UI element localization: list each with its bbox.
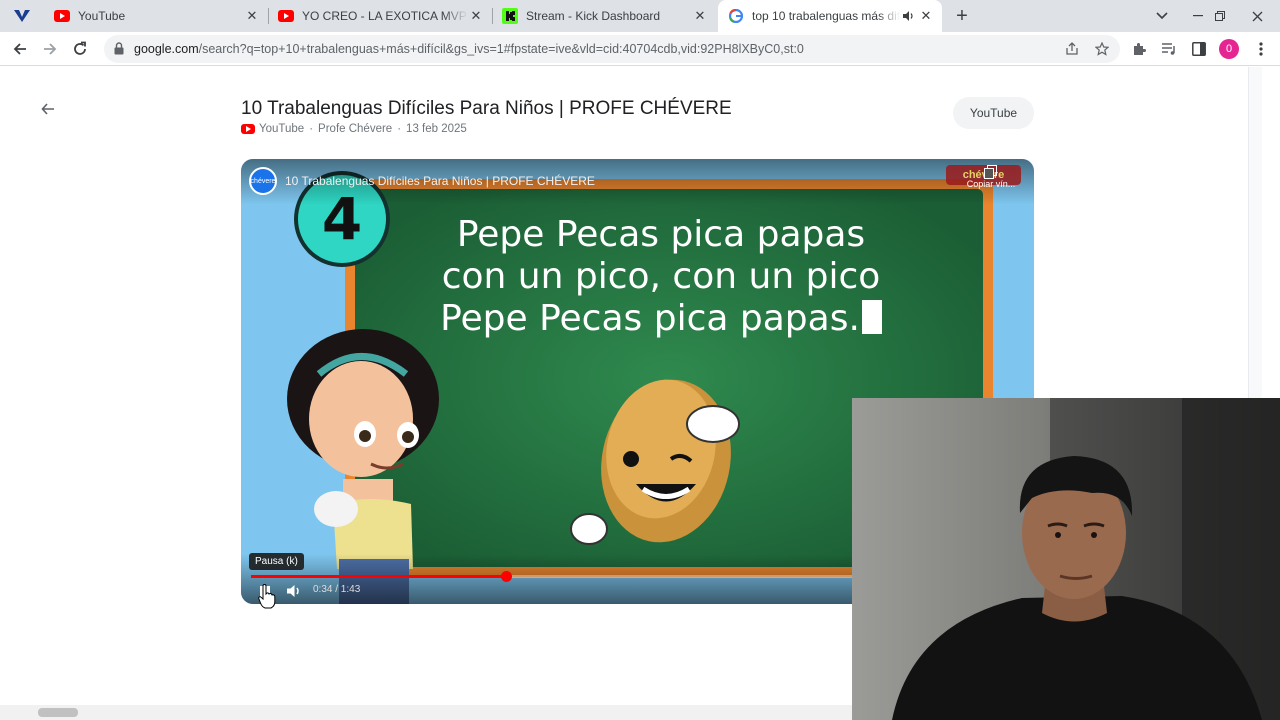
copy-link-button[interactable]: Copiar vín... (959, 165, 1023, 195)
close-icon[interactable]: ✕ (918, 8, 934, 24)
extensions-puzzle-icon[interactable] (1130, 40, 1148, 58)
reload-icon[interactable] (67, 36, 93, 62)
close-window-icon[interactable] (1234, 0, 1280, 32)
tab-kick-dashboard[interactable]: Stream - Kick Dashboard ✕ (492, 0, 716, 32)
text-cursor (861, 300, 882, 334)
chalkboard-line: con un pico, con un pico (441, 256, 881, 297)
separator: · (397, 123, 402, 135)
minimize-icon[interactable] (1186, 0, 1210, 32)
source-name: YouTube (259, 123, 305, 135)
chalkboard-line-last: Pepe Pecas pica papas. (391, 298, 931, 340)
youtube-chip-button[interactable]: YouTube (953, 97, 1034, 129)
tab-youtube[interactable]: YouTube ✕ (44, 0, 268, 32)
volume-icon[interactable] (286, 583, 302, 599)
hand-cursor-icon (258, 584, 276, 609)
channel-name: Profe Chévere (318, 123, 393, 135)
tab-title: YouTube (78, 9, 126, 23)
video-result-title[interactable]: 10 Trabalenguas Difíciles Para Niños | P… (241, 98, 732, 120)
profile-avatar[interactable]: 0 (1219, 39, 1239, 59)
lock-icon[interactable] (114, 42, 124, 60)
chalkboard-line: Pepe Pecas pica papas (456, 214, 866, 255)
back-arrow-icon[interactable] (38, 99, 58, 119)
tab-strip: YouTube ✕ YO CREO - LA EXOTICA MVP - You… (0, 0, 1280, 32)
tab-title: top 10 trabalenguas más difíciles (752, 9, 900, 23)
browser-toolbar: google.com/search?q=top+10+trabalenguas+… (0, 32, 1280, 66)
app-logo-icon[interactable] (10, 7, 34, 25)
time-display: 0:34 / 1:43 (313, 584, 361, 595)
youtube-icon (241, 124, 255, 134)
close-icon[interactable]: ✕ (468, 8, 484, 24)
tab-title: Stream - Kick Dashboard (526, 9, 661, 23)
kick-icon (502, 8, 518, 24)
close-icon[interactable]: ✕ (692, 8, 708, 24)
url-host: google.com (134, 42, 199, 56)
tab-google-search[interactable]: top 10 trabalenguas más difíciles ✕ (718, 0, 942, 32)
tab-title: YO CREO - LA EXOTICA MVP - YouTube (302, 9, 468, 23)
url-text[interactable]: google.com/search?q=top+10+trabalenguas+… (134, 42, 804, 56)
youtube-icon (278, 8, 294, 24)
chalkboard-line-text: Pepe Pecas pica papas. (440, 298, 860, 339)
youtube-icon (54, 8, 70, 24)
bookmark-star-icon[interactable] (1094, 41, 1110, 57)
url-path: /search?q=top+10+trabalenguas+más+difíci… (198, 42, 804, 56)
webcam-overlay (852, 398, 1280, 720)
progress-fill (251, 575, 507, 578)
more-menu-icon[interactable] (1252, 40, 1270, 58)
side-panel-icon[interactable] (1190, 40, 1208, 58)
pause-tooltip: Pausa (k) (249, 553, 304, 570)
back-icon[interactable] (7, 36, 33, 62)
media-control-icon[interactable] (1160, 40, 1178, 58)
share-icon[interactable] (1064, 41, 1080, 57)
close-icon[interactable]: ✕ (244, 8, 260, 24)
video-meta: YouTube · Profe Chévere · 13 feb 2025 (241, 123, 467, 135)
new-tab-button[interactable]: + (950, 4, 974, 28)
publish-date: 13 feb 2025 (406, 123, 467, 135)
google-icon (728, 8, 744, 24)
progress-scrubber[interactable] (501, 571, 513, 582)
copy-icon (984, 165, 997, 179)
channel-avatar[interactable]: chévere (249, 167, 277, 195)
speaker-icon[interactable] (900, 8, 916, 24)
webcam-feed-image (852, 398, 1280, 720)
copy-link-label: Copiar vín... (966, 179, 1016, 189)
separator: · (309, 123, 314, 135)
forward-icon[interactable] (37, 36, 63, 62)
chalkboard-text: Pepe Pecas pica papas con un pico, con u… (391, 214, 931, 340)
address-bar[interactable]: google.com/search?q=top+10+trabalenguas+… (104, 35, 1120, 63)
restore-icon[interactable] (1208, 0, 1232, 32)
tab-search-chevron-icon[interactable] (1150, 0, 1174, 32)
scrollbar-thumb[interactable] (38, 708, 78, 717)
tab-yo-creo[interactable]: YO CREO - LA EXOTICA MVP - YouTube ✕ (268, 0, 492, 32)
player-video-title[interactable]: 10 Trabalenguas Difíciles Para Niños | P… (285, 174, 595, 188)
